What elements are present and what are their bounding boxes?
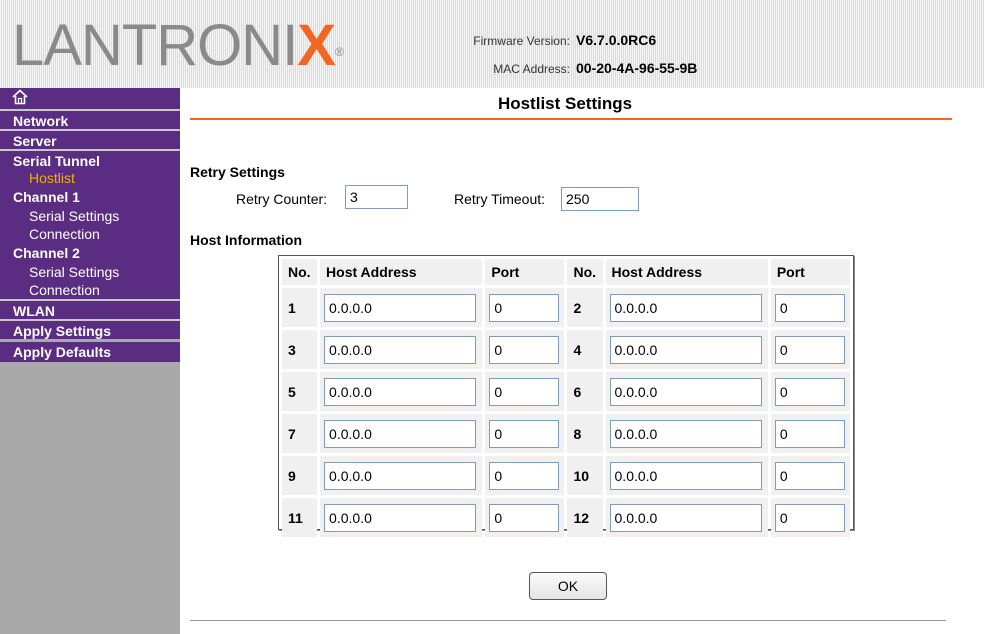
- retry-settings-heading: Retry Settings: [190, 164, 285, 180]
- host-address-input[interactable]: [609, 335, 762, 364]
- host-no: 1: [282, 288, 318, 327]
- host-address-input[interactable]: [609, 419, 762, 448]
- host-address-input[interactable]: [324, 503, 477, 532]
- logo-registered-mark: ®: [334, 45, 344, 59]
- sidebar-item-ch2-serial-settings[interactable]: Serial Settings: [0, 263, 180, 281]
- host-address-input[interactable]: [324, 461, 477, 490]
- host-no: 9: [282, 456, 318, 495]
- logo-text: LANTRONI: [12, 13, 298, 78]
- sidebar-item-network[interactable]: Network: [0, 109, 180, 129]
- table-row: 11 12: [282, 498, 850, 537]
- retry-counter-label: Retry Counter:: [236, 191, 328, 207]
- host-port-input[interactable]: [774, 419, 845, 448]
- sidebar-item-wlan[interactable]: WLAN: [0, 299, 180, 319]
- host-port-input[interactable]: [774, 377, 845, 406]
- host-port-input[interactable]: [489, 419, 560, 448]
- host-address-input[interactable]: [609, 293, 762, 322]
- logo-x: X: [297, 13, 336, 78]
- host-no: 12: [567, 498, 603, 537]
- host-port-input[interactable]: [489, 503, 560, 532]
- sidebar-item-channel1[interactable]: Channel 1: [0, 187, 180, 207]
- sidebar-item-ch1-serial-settings[interactable]: Serial Settings: [0, 207, 180, 225]
- host-port-input[interactable]: [774, 503, 845, 532]
- host-table-header: No. Host Address Port No. Host Address P…: [282, 259, 850, 285]
- col-host-address: Host Address: [605, 259, 768, 285]
- sidebar-item-ch1-connection[interactable]: Connection: [0, 225, 180, 243]
- host-no: 10: [567, 456, 603, 495]
- home-icon: [12, 89, 28, 105]
- retry-timeout-input[interactable]: [561, 187, 639, 211]
- retry-timeout-label: Retry Timeout:: [454, 191, 546, 207]
- bottom-divider: [190, 620, 946, 621]
- host-port-input[interactable]: [489, 461, 560, 490]
- sidebar-item-serial-tunnel[interactable]: Serial Tunnel: [0, 149, 180, 169]
- sidebar-item-ch2-connection[interactable]: Connection: [0, 281, 180, 299]
- firmware-value: V6.7.0.0RC6: [576, 32, 657, 48]
- host-no: 11: [282, 498, 318, 537]
- header-bar: LANTRONIX® Firmware Version: V6.7.0.0RC6 …: [0, 0, 984, 88]
- col-no: No.: [282, 259, 318, 285]
- mac-label: MAC Address:: [493, 62, 570, 76]
- host-no: 7: [282, 414, 318, 453]
- main-content: Hostlist Settings Retry Settings Retry C…: [180, 88, 984, 634]
- host-address-input[interactable]: [324, 377, 477, 406]
- host-no: 5: [282, 372, 318, 411]
- ok-button[interactable]: OK: [529, 572, 607, 600]
- page-title: Hostlist Settings: [497, 94, 633, 113]
- host-address-input[interactable]: [324, 335, 477, 364]
- host-no: 6: [567, 372, 603, 411]
- sidebar-item-apply-settings[interactable]: Apply Settings: [0, 319, 180, 339]
- col-port: Port: [770, 259, 850, 285]
- host-no: 4: [567, 330, 603, 369]
- host-address-input[interactable]: [324, 419, 477, 448]
- table-row: 5 6: [282, 372, 850, 411]
- host-port-input[interactable]: [774, 335, 845, 364]
- host-port-input[interactable]: [489, 335, 560, 364]
- sidebar: Network Server Serial Tunnel Hostlist Ch…: [0, 88, 180, 634]
- table-row: 7 8: [282, 414, 850, 453]
- host-port-input[interactable]: [774, 293, 845, 322]
- nav-group-main: Network Server Serial Tunnel Hostlist Ch…: [0, 88, 180, 339]
- sidebar-item-apply-defaults[interactable]: Apply Defaults: [0, 342, 180, 362]
- firmware-label: Firmware Version:: [473, 34, 570, 48]
- firmware-row: Firmware Version: V6.7.0.0RC6: [430, 32, 656, 48]
- table-row: 9 10: [282, 456, 850, 495]
- col-host-address: Host Address: [320, 259, 483, 285]
- host-address-input[interactable]: [609, 503, 762, 532]
- mac-row: MAC Address: 00-20-4A-96-55-9B: [430, 60, 697, 76]
- host-address-input[interactable]: [609, 377, 762, 406]
- host-port-input[interactable]: [774, 461, 845, 490]
- host-table: No. Host Address Port No. Host Address P…: [278, 255, 854, 537]
- home-link[interactable]: [0, 88, 180, 109]
- host-no: 3: [282, 330, 318, 369]
- nav-group-defaults: Apply Defaults: [0, 342, 180, 362]
- host-address-input[interactable]: [324, 293, 477, 322]
- title-divider: [190, 118, 952, 120]
- host-address-input[interactable]: [609, 461, 762, 490]
- sidebar-item-hostlist[interactable]: Hostlist: [0, 169, 180, 187]
- retry-counter-input[interactable]: [345, 185, 408, 209]
- lantronix-logo: LANTRONIX®: [12, 13, 344, 78]
- col-port: Port: [485, 259, 565, 285]
- host-port-input[interactable]: [489, 293, 560, 322]
- host-port-input[interactable]: [489, 377, 560, 406]
- sidebar-item-channel2[interactable]: Channel 2: [0, 243, 180, 263]
- table-row: 3 4: [282, 330, 850, 369]
- host-information-heading: Host Information: [190, 232, 302, 248]
- col-no: No.: [567, 259, 603, 285]
- mac-value: 00-20-4A-96-55-9B: [576, 60, 698, 76]
- host-no: 2: [567, 288, 603, 327]
- table-row: 1 2: [282, 288, 850, 327]
- sidebar-item-server[interactable]: Server: [0, 129, 180, 149]
- host-no: 8: [567, 414, 603, 453]
